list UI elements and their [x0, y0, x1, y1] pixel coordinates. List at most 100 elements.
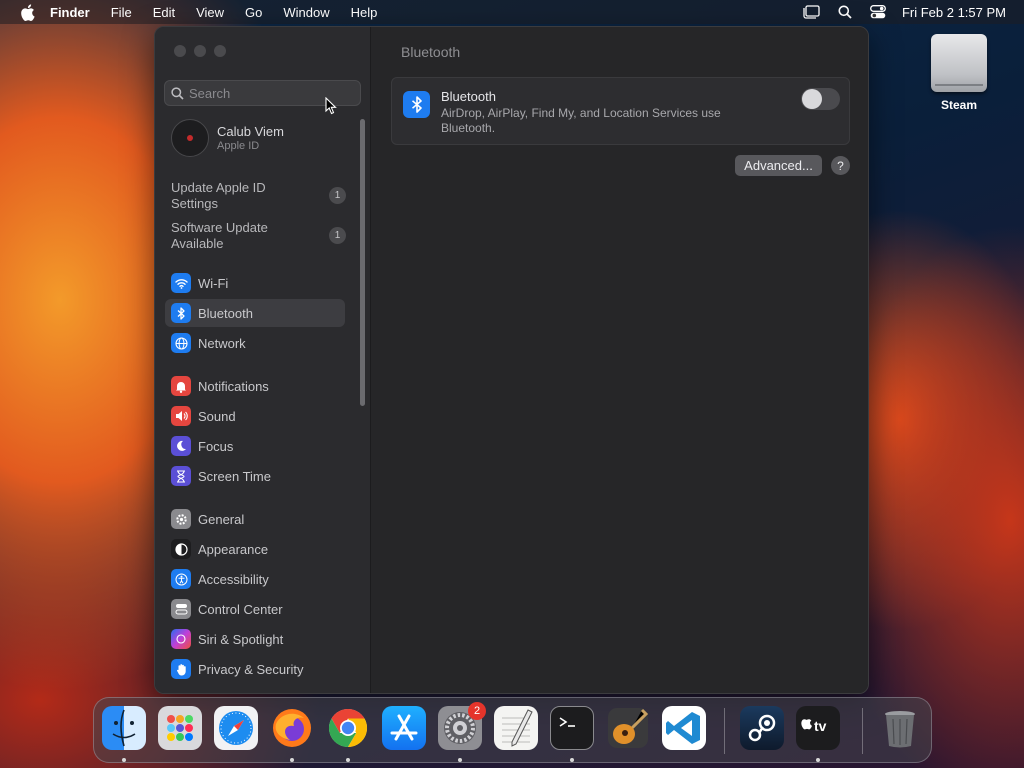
sidebar-item-privacy-security[interactable]: Privacy & Security [165, 655, 345, 683]
launchpad-icon [167, 715, 193, 741]
apple-tv-icon: tv [801, 718, 827, 734]
sidebar-item-label: Privacy & Security [198, 661, 304, 677]
notification-badge: 2 [468, 702, 486, 720]
dock-chrome[interactable] [326, 706, 370, 750]
svg-text:tv: tv [814, 718, 827, 734]
steam-icon [748, 714, 776, 742]
dock-firefox[interactable] [270, 706, 314, 750]
bluetooth-card: Bluetooth AirDrop, AirPlay, Find My, and… [391, 77, 850, 145]
menu-view[interactable]: View [196, 5, 224, 20]
sidebar-item-label: Accessibility [198, 571, 269, 587]
system-settings-window: Search Calub Viem Apple ID Update Apple … [154, 26, 869, 694]
notice-label: Update Apple ID Settings [171, 180, 266, 211]
menu-edit[interactable]: Edit [153, 5, 175, 20]
dock-finder[interactable] [102, 706, 146, 750]
firefox-icon [273, 709, 311, 747]
sidebar-item-focus[interactable]: Focus [165, 432, 345, 460]
bluetooth-icon [403, 91, 430, 118]
speaker-icon [171, 406, 191, 426]
drive-icon [931, 34, 987, 92]
mouse-cursor-icon [325, 97, 337, 115]
wifi-icon [171, 273, 191, 293]
gear-icon [171, 509, 191, 529]
desktop-drive-steam[interactable]: Steam [924, 34, 994, 112]
menu-help[interactable]: Help [351, 5, 378, 20]
notice-update-apple-id[interactable]: Update Apple ID Settings 1 [171, 180, 346, 212]
accessibility-icon [171, 569, 191, 589]
help-button[interactable]: ? [831, 156, 850, 175]
sidebar-item-bluetooth[interactable]: Bluetooth [165, 299, 345, 327]
dock-trash[interactable] [878, 706, 922, 750]
sidebar-item-label: Siri & Spotlight [198, 631, 284, 647]
sidebar-item-sound[interactable]: Sound [165, 402, 345, 430]
menu-file[interactable]: File [111, 5, 132, 20]
sidebar-item-label: Control Center [198, 601, 283, 617]
notice-badge: 1 [329, 227, 346, 244]
dock-steam[interactable] [740, 706, 784, 750]
bluetooth-card-description: AirDrop, AirPlay, Find My, and Location … [441, 106, 721, 135]
dock-apple-tv[interactable]: tv [796, 706, 840, 750]
sidebar-scrollbar[interactable] [360, 119, 365, 406]
advanced-button[interactable]: Advanced... [735, 155, 822, 176]
dock-separator [724, 708, 725, 754]
bluetooth-icon [171, 303, 191, 323]
dock-app-store[interactable] [382, 706, 426, 750]
menu-clock[interactable]: Fri Feb 2 1:57 PM [902, 5, 1006, 20]
notice-software-update[interactable]: Software Update Available 1 [171, 220, 346, 252]
sidebar-item-label: Notifications [198, 378, 269, 394]
sidebar-item-notifications[interactable]: Notifications [165, 372, 345, 400]
globe-icon [171, 333, 191, 353]
search-placeholder: Search [189, 85, 231, 101]
running-indicator [290, 758, 294, 762]
dock-terminal[interactable] [550, 706, 594, 750]
apple-id-account[interactable]: Calub Viem Apple ID [171, 119, 284, 157]
notice-label: Software Update Available [171, 220, 268, 251]
sidebar-item-appearance[interactable]: Appearance [165, 535, 345, 563]
sidebar-item-label: Focus [198, 438, 234, 454]
dock-safari[interactable] [214, 706, 258, 750]
sidebar-item-accessibility[interactable]: Accessibility [165, 565, 345, 593]
bell-icon [171, 376, 191, 396]
appearance-icon [171, 539, 191, 559]
bluetooth-card-title: Bluetooth [441, 89, 496, 104]
spotlight-search-icon[interactable] [838, 5, 852, 19]
running-indicator [816, 758, 820, 762]
dock-vscode[interactable] [662, 706, 706, 750]
sidebar-item-label: Sound [198, 408, 236, 424]
sidebar-item-wifi[interactable]: Wi-Fi [165, 269, 345, 297]
menu-app-name[interactable]: Finder [50, 5, 90, 20]
dock-textedit[interactable] [494, 706, 538, 750]
guitar-icon [608, 708, 649, 748]
sidebar-item-network[interactable]: Network [165, 329, 345, 357]
sidebar-item-label: Bluetooth [198, 305, 253, 321]
page-title: Bluetooth [401, 44, 461, 60]
menu-go[interactable]: Go [245, 5, 262, 20]
bluetooth-toggle[interactable] [801, 88, 840, 110]
window-controls [174, 45, 234, 57]
sidebar-item-label: General [198, 511, 245, 527]
sidebar-item-control-center[interactable]: Control Center [165, 595, 345, 623]
sidebar-item-siri-spotlight[interactable]: Siri & Spotlight [165, 625, 345, 653]
control-center-icon[interactable] [870, 5, 886, 19]
close-button[interactable] [174, 45, 186, 57]
menu-window[interactable]: Window [283, 5, 329, 20]
dock-launchpad[interactable] [158, 706, 202, 750]
chrome-icon [328, 708, 368, 748]
stage-manager-icon[interactable] [802, 5, 820, 19]
zoom-button[interactable] [214, 45, 226, 57]
sidebar-item-label: Appearance [198, 541, 269, 557]
sidebar-item-general[interactable]: General [165, 505, 345, 533]
finder-icon [112, 709, 136, 747]
trash-icon [885, 711, 915, 748]
account-sub: Apple ID [217, 140, 260, 152]
apple-menu-icon[interactable] [18, 3, 36, 21]
hourglass-icon [171, 466, 191, 486]
dock-garageband[interactable] [606, 706, 650, 750]
main-pane: Bluetooth Bluetooth AirDrop, AirPlay, Fi… [371, 27, 868, 693]
textedit-icon [502, 709, 533, 747]
notice-badge: 1 [329, 187, 346, 204]
sidebar: Search Calub Viem Apple ID Update Apple … [155, 27, 371, 693]
minimize-button[interactable] [194, 45, 206, 57]
moon-icon [171, 436, 191, 456]
sidebar-item-screen-time[interactable]: Screen Time [165, 462, 345, 490]
